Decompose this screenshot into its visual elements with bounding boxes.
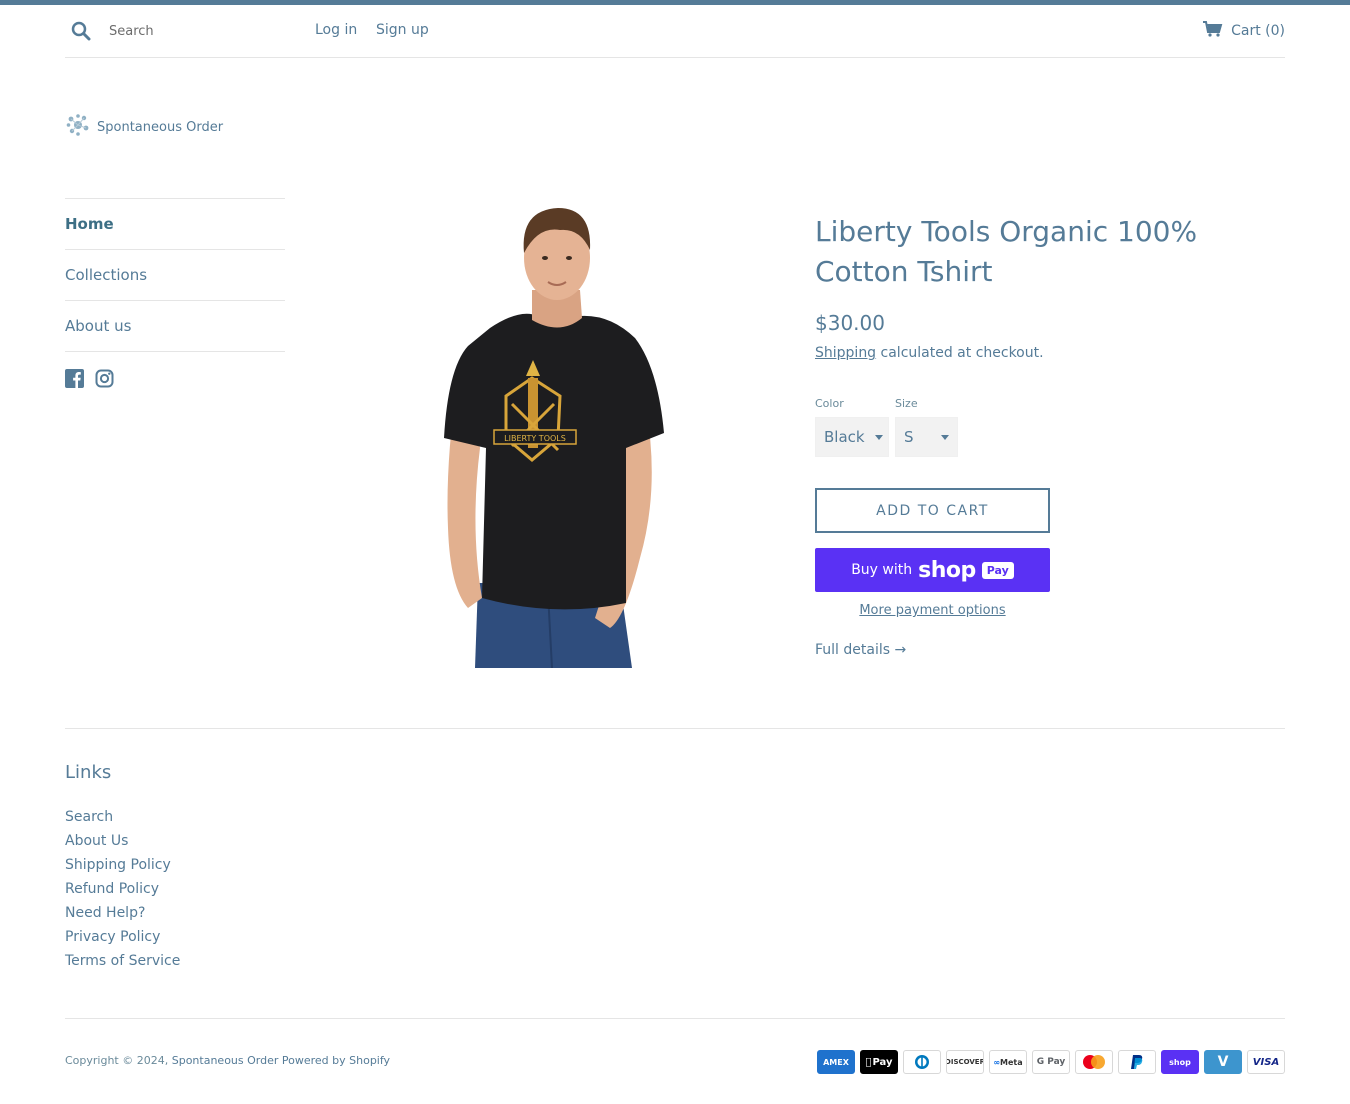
paypal-icon	[1118, 1050, 1156, 1074]
footer-link-privacy-policy[interactable]: Privacy Policy	[65, 927, 180, 951]
color-label: Color	[815, 397, 844, 410]
model-head	[523, 208, 591, 300]
chevron-down-icon	[941, 434, 949, 440]
shop-wordmark: shop	[918, 557, 976, 583]
product-image[interactable]: LIBERTY TOOLS	[420, 198, 680, 669]
size-value: S	[904, 428, 914, 446]
variant-selectors: Color Black Size S	[815, 397, 958, 457]
footer-link-search[interactable]: Search	[65, 807, 180, 831]
footer-links-list: Search About Us Shipping Policy Refund P…	[65, 807, 180, 975]
payment-icons: AMEX Pay DISCOVER ∞Meta G Pay shop V VI…	[817, 1050, 1285, 1074]
size-selector: Size S	[895, 397, 958, 457]
discover-icon: DISCOVER	[946, 1050, 984, 1074]
meta-infinity-icon: ∞	[993, 1057, 1001, 1067]
shipping-note: Shipping calculated at checkout.	[815, 345, 1285, 361]
facebook-icon[interactable]	[65, 369, 85, 389]
sidebar-item-collections[interactable]: Collections	[65, 250, 285, 301]
header-search	[65, 18, 299, 44]
cart-icon	[1203, 21, 1223, 41]
size-label: Size	[895, 397, 918, 410]
copyright-prefix: Copyright © 2024,	[65, 1054, 172, 1067]
mastercard-icon	[1075, 1050, 1113, 1074]
store-logo[interactable]: Spontaneous Order	[65, 112, 223, 142]
sidebar-nav: Home Collections About us	[65, 198, 285, 352]
venmo-icon: V	[1204, 1050, 1242, 1074]
shop-pay-icon: shop	[1161, 1050, 1199, 1074]
login-link[interactable]: Log in	[315, 22, 357, 38]
more-payment-options-link[interactable]: More payment options	[815, 603, 1050, 618]
signup-link[interactable]: Sign up	[376, 22, 429, 38]
social-links	[65, 369, 115, 389]
diners-club-icon	[903, 1050, 941, 1074]
color-value: Black	[824, 428, 865, 446]
shipping-link[interactable]: Shipping	[815, 345, 876, 361]
chevron-down-icon	[874, 434, 883, 440]
store-name-link[interactable]: Spontaneous Order	[172, 1054, 279, 1067]
buy-with-label: Buy with	[851, 562, 913, 578]
size-select[interactable]: S	[895, 417, 958, 457]
search-icon[interactable]	[65, 18, 95, 44]
cart-label: Cart (0)	[1231, 23, 1285, 39]
pay-badge: Pay	[981, 561, 1014, 579]
cart-link[interactable]: Cart (0)	[1203, 21, 1285, 41]
shipping-text: calculated at checkout.	[876, 345, 1044, 361]
sidebar-item-about-us[interactable]: About us	[65, 301, 285, 352]
footer-divider-bottom	[65, 1018, 1285, 1019]
instagram-icon[interactable]	[95, 369, 115, 389]
graphic-text: LIBERTY TOOLS	[504, 434, 566, 443]
product-title: Liberty Tools Organic 100% Cotton Tshirt	[815, 215, 1198, 288]
product-info: Liberty Tools Organic 100% Cotton Tshirt…	[815, 212, 1285, 361]
footer-link-shipping-policy[interactable]: Shipping Policy	[65, 855, 180, 879]
visa-icon: VISA	[1247, 1050, 1285, 1074]
full-details-link[interactable]: Full details →	[815, 642, 906, 658]
powered-by-link[interactable]: Powered by Shopify	[282, 1054, 390, 1067]
apple-pay-icon: Pay	[860, 1050, 898, 1074]
footer-link-about-us[interactable]: About Us	[65, 831, 180, 855]
color-select[interactable]: Black	[815, 417, 889, 457]
footer-link-need-help[interactable]: Need Help?	[65, 903, 180, 927]
footer-divider	[65, 728, 1285, 729]
product-price: $30.00	[815, 311, 885, 335]
apple-glyph-icon: 	[865, 1057, 871, 1068]
amex-icon: AMEX	[817, 1050, 855, 1074]
search-input[interactable]	[109, 20, 299, 42]
footer-link-terms-of-service[interactable]: Terms of Service	[65, 951, 180, 975]
buy-with-shoppay-button[interactable]: Buy with shop Pay	[815, 548, 1050, 592]
logo-text: Spontaneous Order	[97, 119, 224, 135]
google-pay-icon: G Pay	[1032, 1050, 1070, 1074]
sidebar-item-home[interactable]: Home	[65, 199, 285, 250]
add-to-cart-button[interactable]: ADD TO CART	[815, 488, 1050, 533]
footer-link-refund-policy[interactable]: Refund Policy	[65, 879, 180, 903]
color-selector: Color Black	[815, 397, 889, 457]
meta-pay-icon: ∞ Meta	[989, 1050, 1027, 1074]
logo-mark-icon	[65, 112, 91, 142]
copyright: Copyright © 2024, Spontaneous Order Powe…	[65, 1054, 390, 1067]
footer-links-heading: Links	[65, 762, 112, 783]
site-header: Log in Sign up Cart (0)	[65, 5, 1285, 58]
